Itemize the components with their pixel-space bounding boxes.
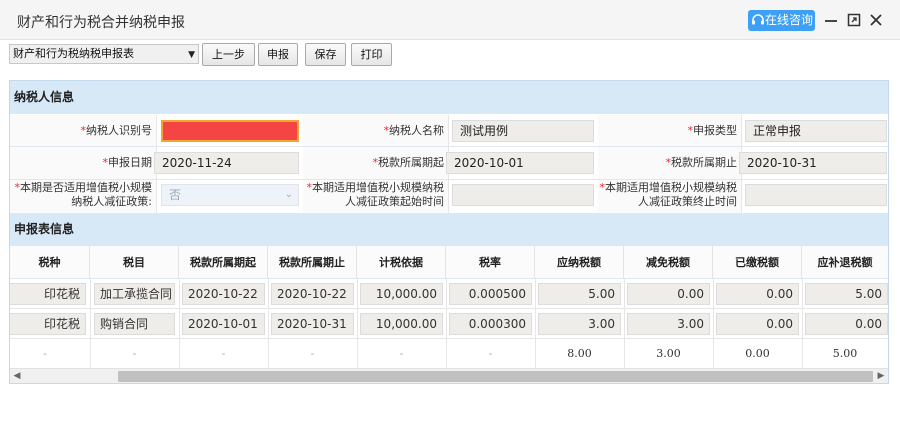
tax-reduction-cell[interactable]: 0.00 xyxy=(627,283,710,305)
column-header: 税率 xyxy=(446,246,535,279)
total-tax-reduction: 3.00 xyxy=(656,347,681,360)
tax-item-cell[interactable]: 加工承揽合同 xyxy=(94,283,175,305)
column-header: 应纳税额 xyxy=(535,246,624,279)
policy-start-label: *本期适用增值税小规模纳税 人减征政策起始时间 xyxy=(303,180,449,213)
print-button[interactable]: 打印 xyxy=(351,43,392,66)
total-cell: - xyxy=(132,347,137,360)
total-tax-refund: 5.00 xyxy=(832,347,858,360)
total-cell: - xyxy=(310,347,315,360)
total-tax-payable: 8.00 xyxy=(567,347,592,360)
tax-reduction-cell[interactable]: 3.00 xyxy=(627,313,710,335)
period-start-field[interactable]: 2020-10-01 xyxy=(446,152,594,174)
total-tax-paid: 0.00 xyxy=(745,347,770,360)
tax-type-cell[interactable]: 印花税 xyxy=(10,313,86,335)
tax-refund-cell[interactable]: 0.00 xyxy=(805,313,888,335)
table-row: 印花税 加工承揽合同 2020-10-22 2020-10-22 10,000.… xyxy=(10,279,888,309)
taxpayer-section-title: 纳税人信息 xyxy=(10,81,888,114)
toolbar: 财产和行为税纳税申报表 ▼ 上一步 申报 保存 打印 xyxy=(0,40,900,70)
period-start-label: *税款所属期起 xyxy=(303,147,449,179)
declaration-date-field[interactable]: 2020-11-24 xyxy=(154,152,299,174)
column-header: 税款所属期起 xyxy=(179,246,268,279)
table-row: 印花税 购销合同 2020-10-01 2020-10-31 10,000.00… xyxy=(10,309,888,339)
total-cell: - xyxy=(221,347,226,360)
tax-refund-cell[interactable]: 5.00 xyxy=(805,283,888,305)
small-scale-policy-select[interactable]: 否 ⌄ xyxy=(161,184,299,206)
period-start-cell[interactable]: 2020-10-01 xyxy=(182,313,265,335)
column-header: 税种 xyxy=(10,246,90,279)
online-consult-label: 在线咨询 xyxy=(765,13,814,27)
maximize-icon[interactable] xyxy=(845,11,863,29)
headset-icon xyxy=(752,14,764,25)
declaration-section-title: 申报表信息 xyxy=(10,214,888,246)
taxpayer-name-field[interactable]: 测试用例 xyxy=(452,120,594,142)
small-scale-policy-label: *本期是否适用增值税小规模 纳税人减征政策: xyxy=(10,180,157,213)
column-header: 已缴税额 xyxy=(713,246,802,279)
tax-paid-cell[interactable]: 0.00 xyxy=(716,283,799,305)
policy-start-field[interactable] xyxy=(452,184,594,206)
save-button[interactable]: 保存 xyxy=(305,43,346,66)
period-end-cell[interactable]: 2020-10-22 xyxy=(271,283,354,305)
scroll-right-icon[interactable]: ▶ xyxy=(874,369,888,383)
chevron-down-icon: ▼ xyxy=(188,50,195,60)
taxpayer-name-label: *纳税人名称 xyxy=(303,115,449,146)
chevron-down-icon: ⌄ xyxy=(284,189,293,200)
tax-paid-cell[interactable]: 0.00 xyxy=(716,313,799,335)
column-header: 减免税额 xyxy=(624,246,713,279)
form-panel: 纳税人信息 *纳税人识别号 *纳税人名称 测试用例 *申报类型 正常申报 *申报… xyxy=(9,80,889,384)
column-header: 计税依据 xyxy=(357,246,446,279)
column-header: 税款所属期止 xyxy=(268,246,357,279)
scroll-left-icon[interactable]: ◀ xyxy=(10,369,24,383)
info-row: *纳税人识别号 *纳税人名称 测试用例 *申报类型 正常申报 xyxy=(10,115,888,147)
total-cell: - xyxy=(43,347,47,360)
table-header: 税种 税目 税款所属期起 税款所属期止 计税依据 税率 应纳税额 减免税额 已缴… xyxy=(10,246,888,279)
period-start-cell[interactable]: 2020-10-22 xyxy=(182,283,265,305)
tax-basis-cell[interactable]: 10,000.00 xyxy=(360,283,443,305)
policy-end-label: *本期适用增值税小规模纳税 人减征政策终止时间 xyxy=(598,180,742,213)
form-type-select-value: 财产和行为税纳税申报表 xyxy=(13,47,134,60)
tax-payable-cell[interactable]: 5.00 xyxy=(538,283,621,305)
period-end-cell[interactable]: 2020-10-31 xyxy=(271,313,354,335)
form-type-select[interactable]: 财产和行为税纳税申报表 ▼ xyxy=(9,44,199,64)
tax-rate-cell[interactable]: 0.000500 xyxy=(449,283,532,305)
minimize-icon[interactable] xyxy=(822,11,840,29)
declaration-type-field[interactable]: 正常申报 xyxy=(745,120,887,142)
prev-step-button[interactable]: 上一步 xyxy=(202,43,255,66)
column-header: 税目 xyxy=(90,246,179,279)
policy-end-field[interactable] xyxy=(745,184,887,206)
scrollbar-thumb[interactable] xyxy=(118,371,873,382)
totals-row: - - - - - - 8.00 3.00 0.00 5.00 xyxy=(10,339,888,369)
declaration-type-label: *申报类型 xyxy=(598,115,742,146)
taxpayer-id-label: *纳税人识别号 xyxy=(10,115,157,146)
period-end-field[interactable]: 2020-10-31 xyxy=(739,152,887,174)
declare-button[interactable]: 申报 xyxy=(258,43,298,66)
total-cell: - xyxy=(399,347,404,360)
horizontal-scrollbar[interactable]: ◀ ▶ xyxy=(10,368,888,383)
tax-rate-cell[interactable]: 0.000300 xyxy=(449,313,532,335)
total-cell: - xyxy=(488,347,493,360)
declaration-date-label: *申报日期 xyxy=(10,147,157,179)
title-bar: 财产和行为税合并纳税申报 在线咨询 xyxy=(0,0,900,40)
close-icon[interactable] xyxy=(867,11,885,29)
info-row: *申报日期 2020-11-24 *税款所属期起 2020-10-01 *税款所… xyxy=(10,147,888,180)
online-consult-button[interactable]: 在线咨询 xyxy=(748,10,815,31)
taxpayer-id-field[interactable] xyxy=(161,120,299,142)
period-end-label: *税款所属期止 xyxy=(598,147,742,179)
info-row: *本期是否适用增值税小规模 纳税人减征政策: 否 ⌄ *本期适用增值税小规模纳税 人减… xyxy=(10,180,888,214)
tax-type-cell[interactable]: 印花税 xyxy=(10,283,86,305)
tax-item-cell[interactable]: 购销合同 xyxy=(94,313,175,335)
tax-basis-cell[interactable]: 10,000.00 xyxy=(360,313,443,335)
window-title: 财产和行为税合并纳税申报 xyxy=(17,15,185,31)
column-header: 应补退税额 xyxy=(817,256,873,269)
tax-payable-cell[interactable]: 3.00 xyxy=(538,313,621,335)
